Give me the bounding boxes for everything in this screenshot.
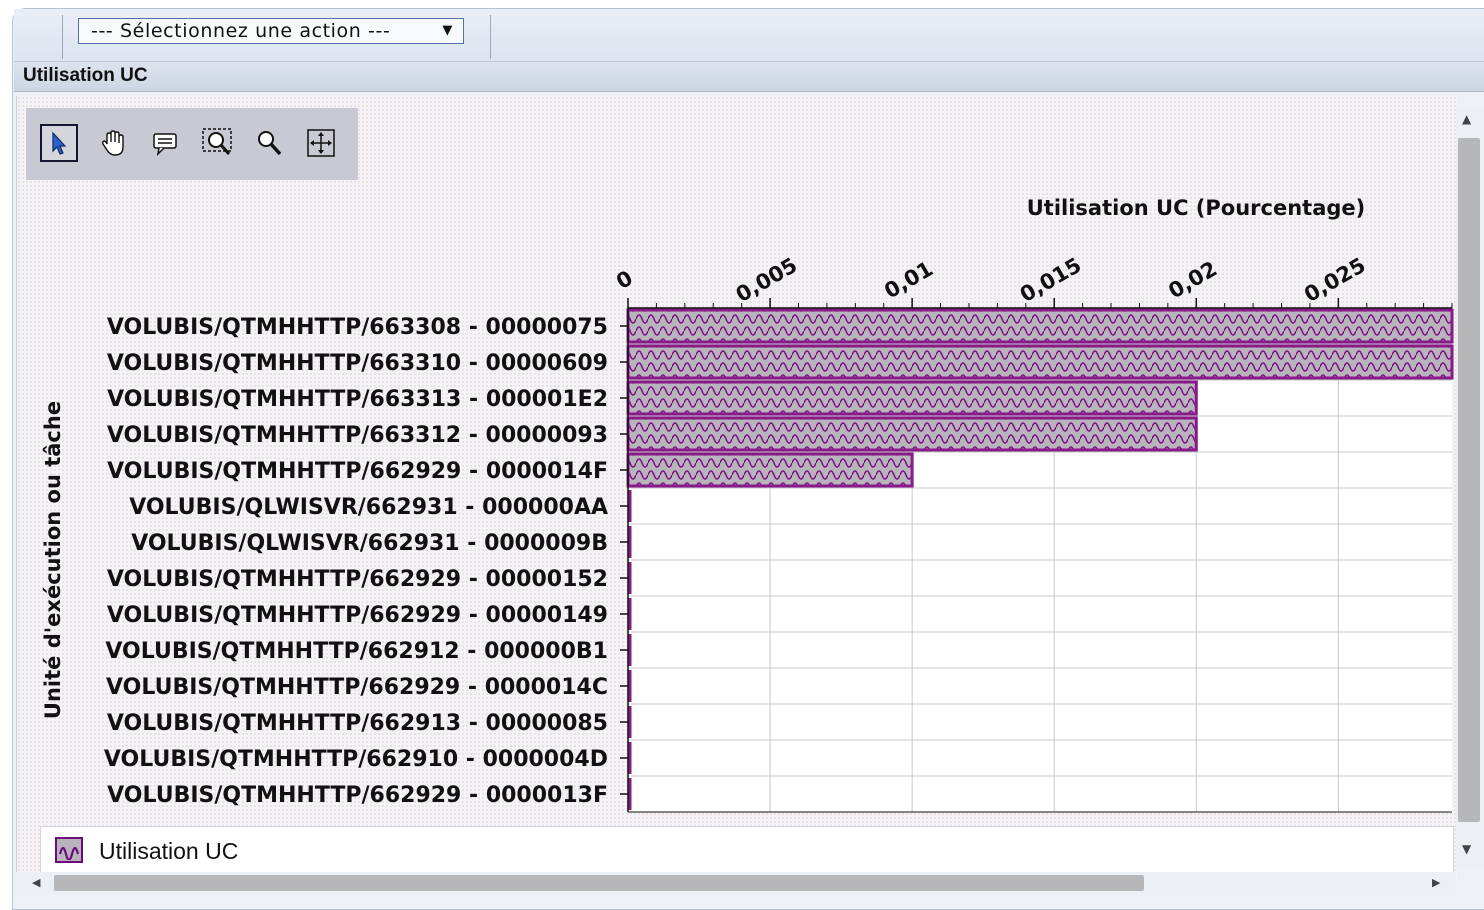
legend-series-label: Utilisation UC bbox=[99, 838, 239, 864]
chart-legend: Utilisation UC bbox=[40, 826, 1454, 876]
x-tick-label: 0,02 bbox=[1164, 257, 1221, 304]
y-category-label: VOLUBIS/QTMHHTTP/662929 - 0000014C bbox=[106, 675, 608, 700]
bar[interactable] bbox=[626, 344, 1454, 380]
legend-swatch bbox=[55, 837, 83, 863]
bar[interactable] bbox=[626, 416, 1198, 452]
scroll-left-icon[interactable]: ◀ bbox=[32, 876, 40, 889]
x-axis-title: Utilisation UC (Pourcentage) bbox=[1027, 196, 1366, 220]
x-tick-label: 0,015 bbox=[1016, 253, 1086, 307]
x-tick-label: 0 bbox=[612, 266, 637, 294]
horizontal-scroll-thumb[interactable] bbox=[54, 875, 1144, 891]
y-category-label: VOLUBIS/QTMHHTTP/662912 - 000000B1 bbox=[105, 639, 608, 664]
bar[interactable] bbox=[626, 308, 1454, 344]
y-axis-title: Unité d'exécution ou tâche bbox=[41, 401, 65, 719]
horizontal-scrollbar[interactable]: ◀ ▶ bbox=[14, 872, 1456, 893]
y-category-label: VOLUBIS/QTMHHTTP/662910 - 0000004D bbox=[104, 747, 608, 772]
scroll-down-icon[interactable]: ▼ bbox=[1462, 842, 1471, 856]
bar[interactable] bbox=[626, 380, 1198, 416]
y-category-label: VOLUBIS/QTMHHTTP/663308 - 00000075 bbox=[107, 315, 608, 340]
scroll-right-icon[interactable]: ▶ bbox=[1432, 876, 1440, 889]
vertical-scroll-thumb[interactable] bbox=[1458, 138, 1480, 822]
y-category-label: VOLUBIS/QLWISVR/662931 - 0000009B bbox=[131, 531, 608, 556]
x-tick-label: 0,005 bbox=[732, 253, 802, 307]
vertical-scrollbar[interactable]: ▲ ▼ bbox=[1456, 108, 1484, 868]
y-category-label: VOLUBIS/QTMHHTTP/662929 - 0000014F bbox=[107, 459, 608, 484]
y-category-label: VOLUBIS/QTMHHTTP/662929 - 00000149 bbox=[107, 603, 608, 628]
bar-chart: 0 0,005 0,01 0,015 0,02 0,025 VOLUBIS/QTMHHTTP… bbox=[41, 196, 1454, 813]
y-category-label: VOLUBIS/QTMHHTTP/662929 - 00000152 bbox=[107, 567, 608, 592]
x-tick-label: 0,01 bbox=[880, 257, 937, 304]
y-category-label: VOLUBIS/QTMHHTTP/663313 - 000001E2 bbox=[107, 387, 608, 412]
x-tick-label: 0,025 bbox=[1300, 253, 1370, 307]
y-category-label: VOLUBIS/QTMHHTTP/663312 - 00000093 bbox=[107, 423, 608, 448]
scroll-up-icon[interactable]: ▲ bbox=[1462, 112, 1471, 126]
y-category-label: VOLUBIS/QLWISVR/662931 - 000000AA bbox=[129, 495, 608, 520]
bar[interactable] bbox=[626, 452, 914, 488]
y-category-label: VOLUBIS/QTMHHTTP/662913 - 00000085 bbox=[107, 711, 608, 736]
y-category-label: VOLUBIS/QTMHHTTP/662929 - 0000013F bbox=[107, 783, 608, 808]
y-category-label: VOLUBIS/QTMHHTTP/663310 - 00000609 bbox=[107, 351, 608, 376]
